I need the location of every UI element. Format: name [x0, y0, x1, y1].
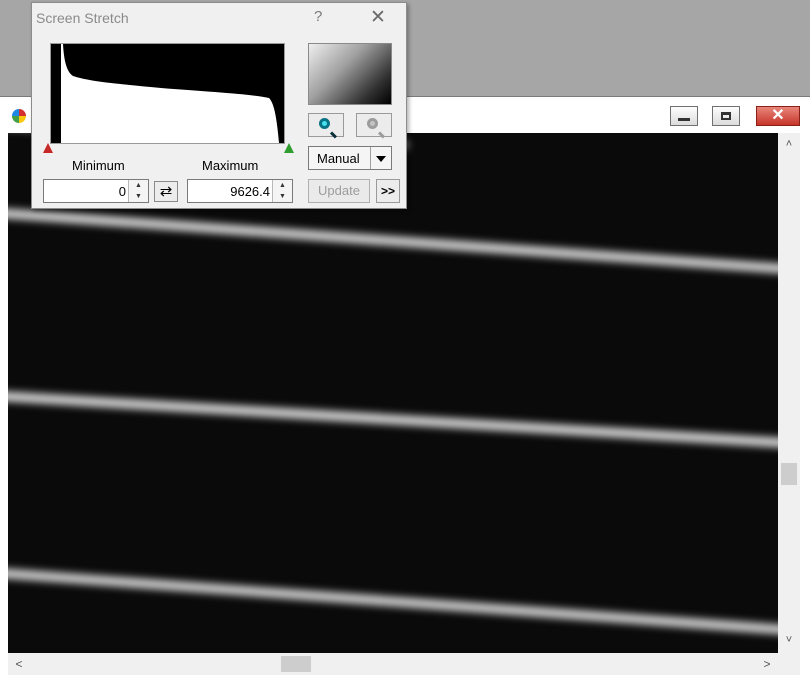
swap-arrows-icon: ⇄ — [159, 183, 173, 200]
minimum-field[interactable]: ▲ ▼ — [43, 179, 149, 203]
dialog-close-button[interactable]: ✕ — [370, 6, 386, 29]
scroll-down-icon[interactable]: ˅ — [778, 631, 800, 649]
update-button[interactable]: Update — [308, 179, 370, 203]
stretch-mode-select[interactable]: Manual — [308, 146, 392, 170]
star-trail-image — [8, 133, 778, 653]
resize-grip-icon[interactable] — [778, 653, 800, 675]
stretch-preview-gradient — [308, 43, 392, 105]
minimum-spinner[interactable]: ▲ ▼ — [128, 180, 148, 202]
minimum-input[interactable] — [44, 180, 129, 202]
app-color-wheel-icon[interactable] — [12, 109, 26, 123]
vertical-scroll-thumb[interactable] — [781, 463, 797, 485]
swap-button[interactable]: ⇄ — [154, 181, 178, 202]
horizontal-scrollbar[interactable]: < > — [8, 653, 778, 675]
maximum-field[interactable]: ▲ ▼ — [187, 179, 293, 203]
horizontal-scroll-thumb[interactable] — [281, 656, 311, 672]
vertical-scrollbar[interactable]: ˄ ˅ — [778, 133, 800, 653]
maximize-button[interactable] — [712, 106, 740, 126]
minimum-label: Minimum — [72, 158, 125, 173]
scroll-up-icon[interactable]: ˄ — [778, 135, 800, 153]
window-close-button[interactable]: ✕ — [756, 106, 800, 126]
histogram-plot — [61, 44, 279, 143]
chevron-down-icon[interactable] — [370, 147, 391, 169]
close-icon: ✕ — [771, 107, 785, 124]
help-button[interactable]: ? — [314, 8, 322, 25]
image-viewport[interactable] — [8, 133, 778, 653]
spin-up-icon[interactable]: ▲ — [129, 180, 148, 191]
spin-down-icon[interactable]: ▼ — [273, 191, 292, 202]
dialog-title: Screen Stretch — [36, 10, 129, 26]
spin-down-icon[interactable]: ▼ — [129, 191, 148, 202]
stretch-mode-value: Manual — [317, 151, 360, 166]
histogram-fill — [61, 44, 279, 143]
zoom-in-magnifier-icon — [319, 118, 330, 129]
maximum-marker[interactable] — [284, 143, 294, 153]
scroll-left-icon[interactable]: < — [10, 653, 28, 675]
maximum-spinner[interactable]: ▲ ▼ — [272, 180, 292, 202]
minimum-marker[interactable] — [43, 143, 53, 153]
maximum-label: Maximum — [202, 158, 259, 173]
maximize-icon — [721, 112, 731, 120]
minimize-button[interactable] — [670, 106, 698, 126]
zoom-out-magnifier-icon — [367, 118, 378, 129]
histogram[interactable] — [50, 43, 285, 144]
screen-stretch-dialog: Screen Stretch ? ✕ Minimum Maximum ▲ ▼ ⇄… — [31, 2, 407, 209]
maximum-input[interactable] — [188, 180, 273, 202]
spin-up-icon[interactable]: ▲ — [273, 180, 292, 191]
zoom-in-button[interactable] — [308, 113, 344, 137]
more-options-button[interactable]: >> — [376, 179, 400, 203]
zoom-out-button[interactable] — [356, 113, 392, 137]
scroll-right-icon[interactable]: > — [758, 653, 776, 675]
minimize-icon — [678, 117, 690, 121]
